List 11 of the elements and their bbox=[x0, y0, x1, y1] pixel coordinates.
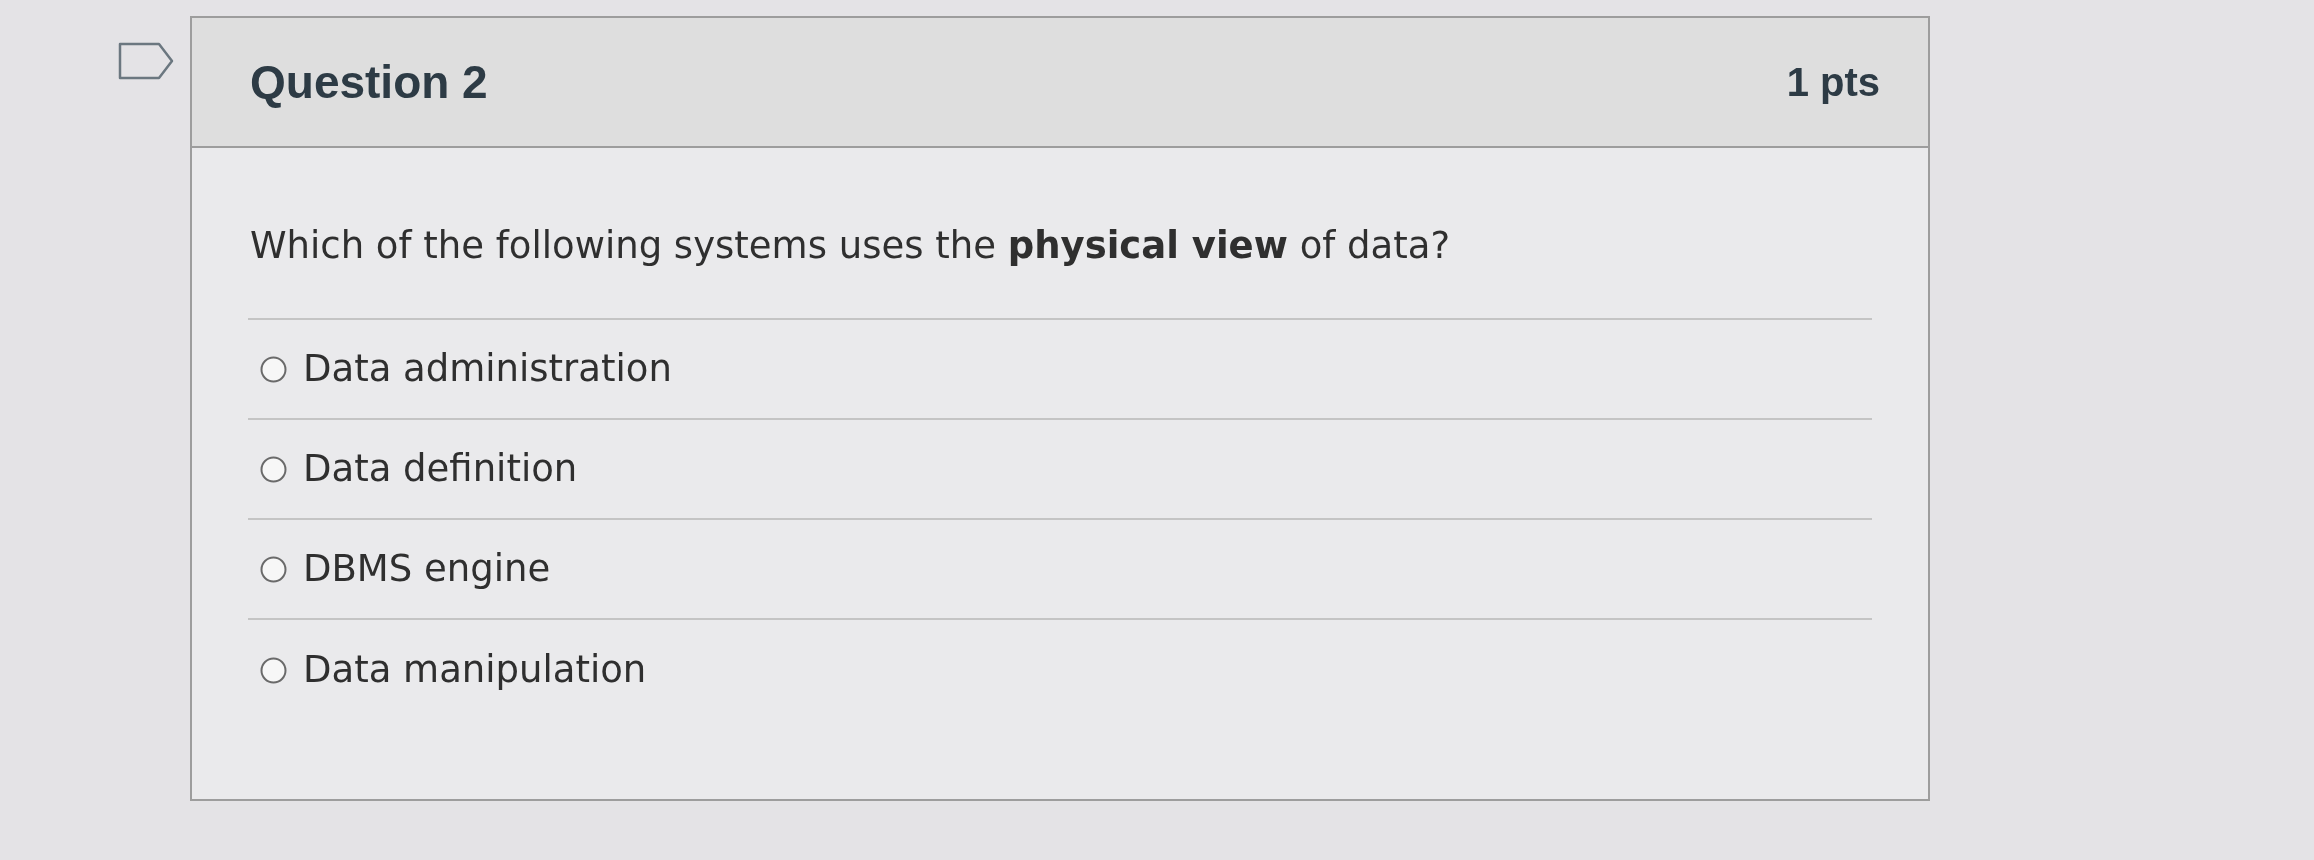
radio-button[interactable] bbox=[260, 555, 287, 583]
option-label[interactable]: Data manipulation bbox=[303, 646, 647, 694]
option-label[interactable]: Data definition bbox=[303, 445, 578, 493]
points-label: 1 pts bbox=[1786, 62, 1880, 102]
question-prompt: Which of the following systems uses the physical view of data? bbox=[249, 223, 1452, 269]
radio-button[interactable] bbox=[260, 455, 287, 483]
radio-button[interactable] bbox=[260, 656, 287, 684]
radio-button[interactable] bbox=[260, 355, 287, 383]
option-label[interactable]: DBMS engine bbox=[303, 545, 551, 593]
option-label[interactable]: Data administration bbox=[303, 345, 672, 393]
bookmark-flag-icon[interactable] bbox=[118, 42, 174, 80]
